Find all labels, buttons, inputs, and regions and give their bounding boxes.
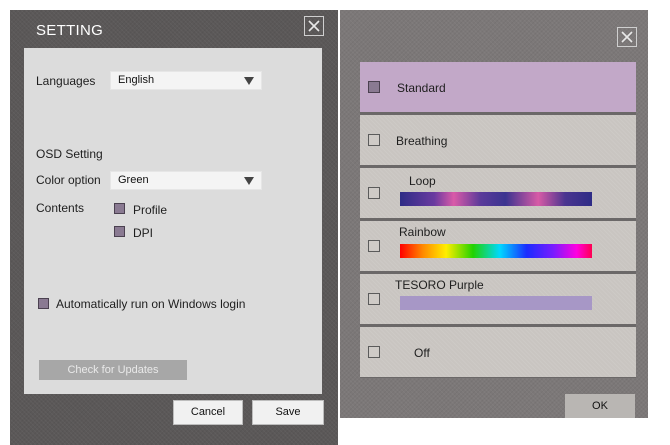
mode-label: Off xyxy=(414,346,430,360)
lighting-mode-list: Standard Breathing Loop Rainbow TESORO P… xyxy=(360,62,636,378)
cancel-button[interactable]: Cancel xyxy=(173,400,243,425)
color-option-label: Color option xyxy=(36,173,101,187)
mode-row-breathing[interactable]: Breathing xyxy=(360,115,636,165)
mode-label: Breathing xyxy=(396,134,448,148)
rainbow-color-bar xyxy=(400,244,592,258)
color-option-value: Green xyxy=(118,174,149,186)
mode-label: Rainbow xyxy=(399,225,446,239)
mode-checkbox[interactable] xyxy=(368,240,380,252)
dpi-checkbox[interactable] xyxy=(114,226,125,237)
tesoro-purple-color-bar xyxy=(400,296,592,310)
mode-label: Loop xyxy=(409,174,436,188)
language-select-value: English xyxy=(118,74,155,86)
settings-close-button[interactable] xyxy=(304,16,324,36)
close-icon xyxy=(621,31,633,43)
mode-row-standard[interactable]: Standard xyxy=(360,62,636,112)
save-button[interactable]: Save xyxy=(252,400,324,425)
settings-title: SETTING xyxy=(36,22,104,39)
osd-setting-label: OSD Setting xyxy=(36,147,103,161)
ok-button[interactable]: OK xyxy=(565,394,635,418)
mode-checkbox[interactable] xyxy=(368,346,380,358)
color-option-select[interactable]: Green xyxy=(110,171,262,190)
autorun-checkbox[interactable] xyxy=(38,298,49,309)
lighting-window: Standard Breathing Loop Rainbow TESORO P… xyxy=(340,10,648,418)
check-updates-button[interactable]: Check for Updates xyxy=(39,360,187,380)
mode-checkbox[interactable] xyxy=(368,187,380,199)
loop-color-bar xyxy=(400,192,592,206)
dropdown-arrow-icon xyxy=(244,177,254,185)
mode-row-off[interactable]: Off xyxy=(360,327,636,377)
lighting-close-button[interactable] xyxy=(617,27,637,47)
mode-label: TESORO Purple xyxy=(395,278,484,292)
mode-row-tesoro-purple[interactable]: TESORO Purple xyxy=(360,274,636,324)
language-select[interactable]: English xyxy=(110,71,262,90)
mode-label: Standard xyxy=(397,81,446,95)
autorun-label: Automatically run on Windows login xyxy=(56,297,246,311)
profile-checkbox[interactable] xyxy=(114,203,125,214)
contents-label: Contents xyxy=(36,201,85,215)
languages-label: Languages xyxy=(36,74,96,88)
settings-panel: Languages English OSD Setting Color opti… xyxy=(24,48,322,394)
mode-checkbox[interactable] xyxy=(368,81,380,93)
dpi-label: DPI xyxy=(133,226,154,240)
mode-checkbox[interactable] xyxy=(368,134,380,146)
dropdown-arrow-icon xyxy=(244,77,254,85)
mode-checkbox[interactable] xyxy=(368,293,380,305)
settings-window: SETTING Languages English OSD Setting Co… xyxy=(10,10,338,445)
mode-row-loop[interactable]: Loop xyxy=(360,168,636,218)
profile-label: Profile xyxy=(133,203,168,217)
close-icon xyxy=(308,20,320,32)
mode-row-rainbow[interactable]: Rainbow xyxy=(360,221,636,271)
